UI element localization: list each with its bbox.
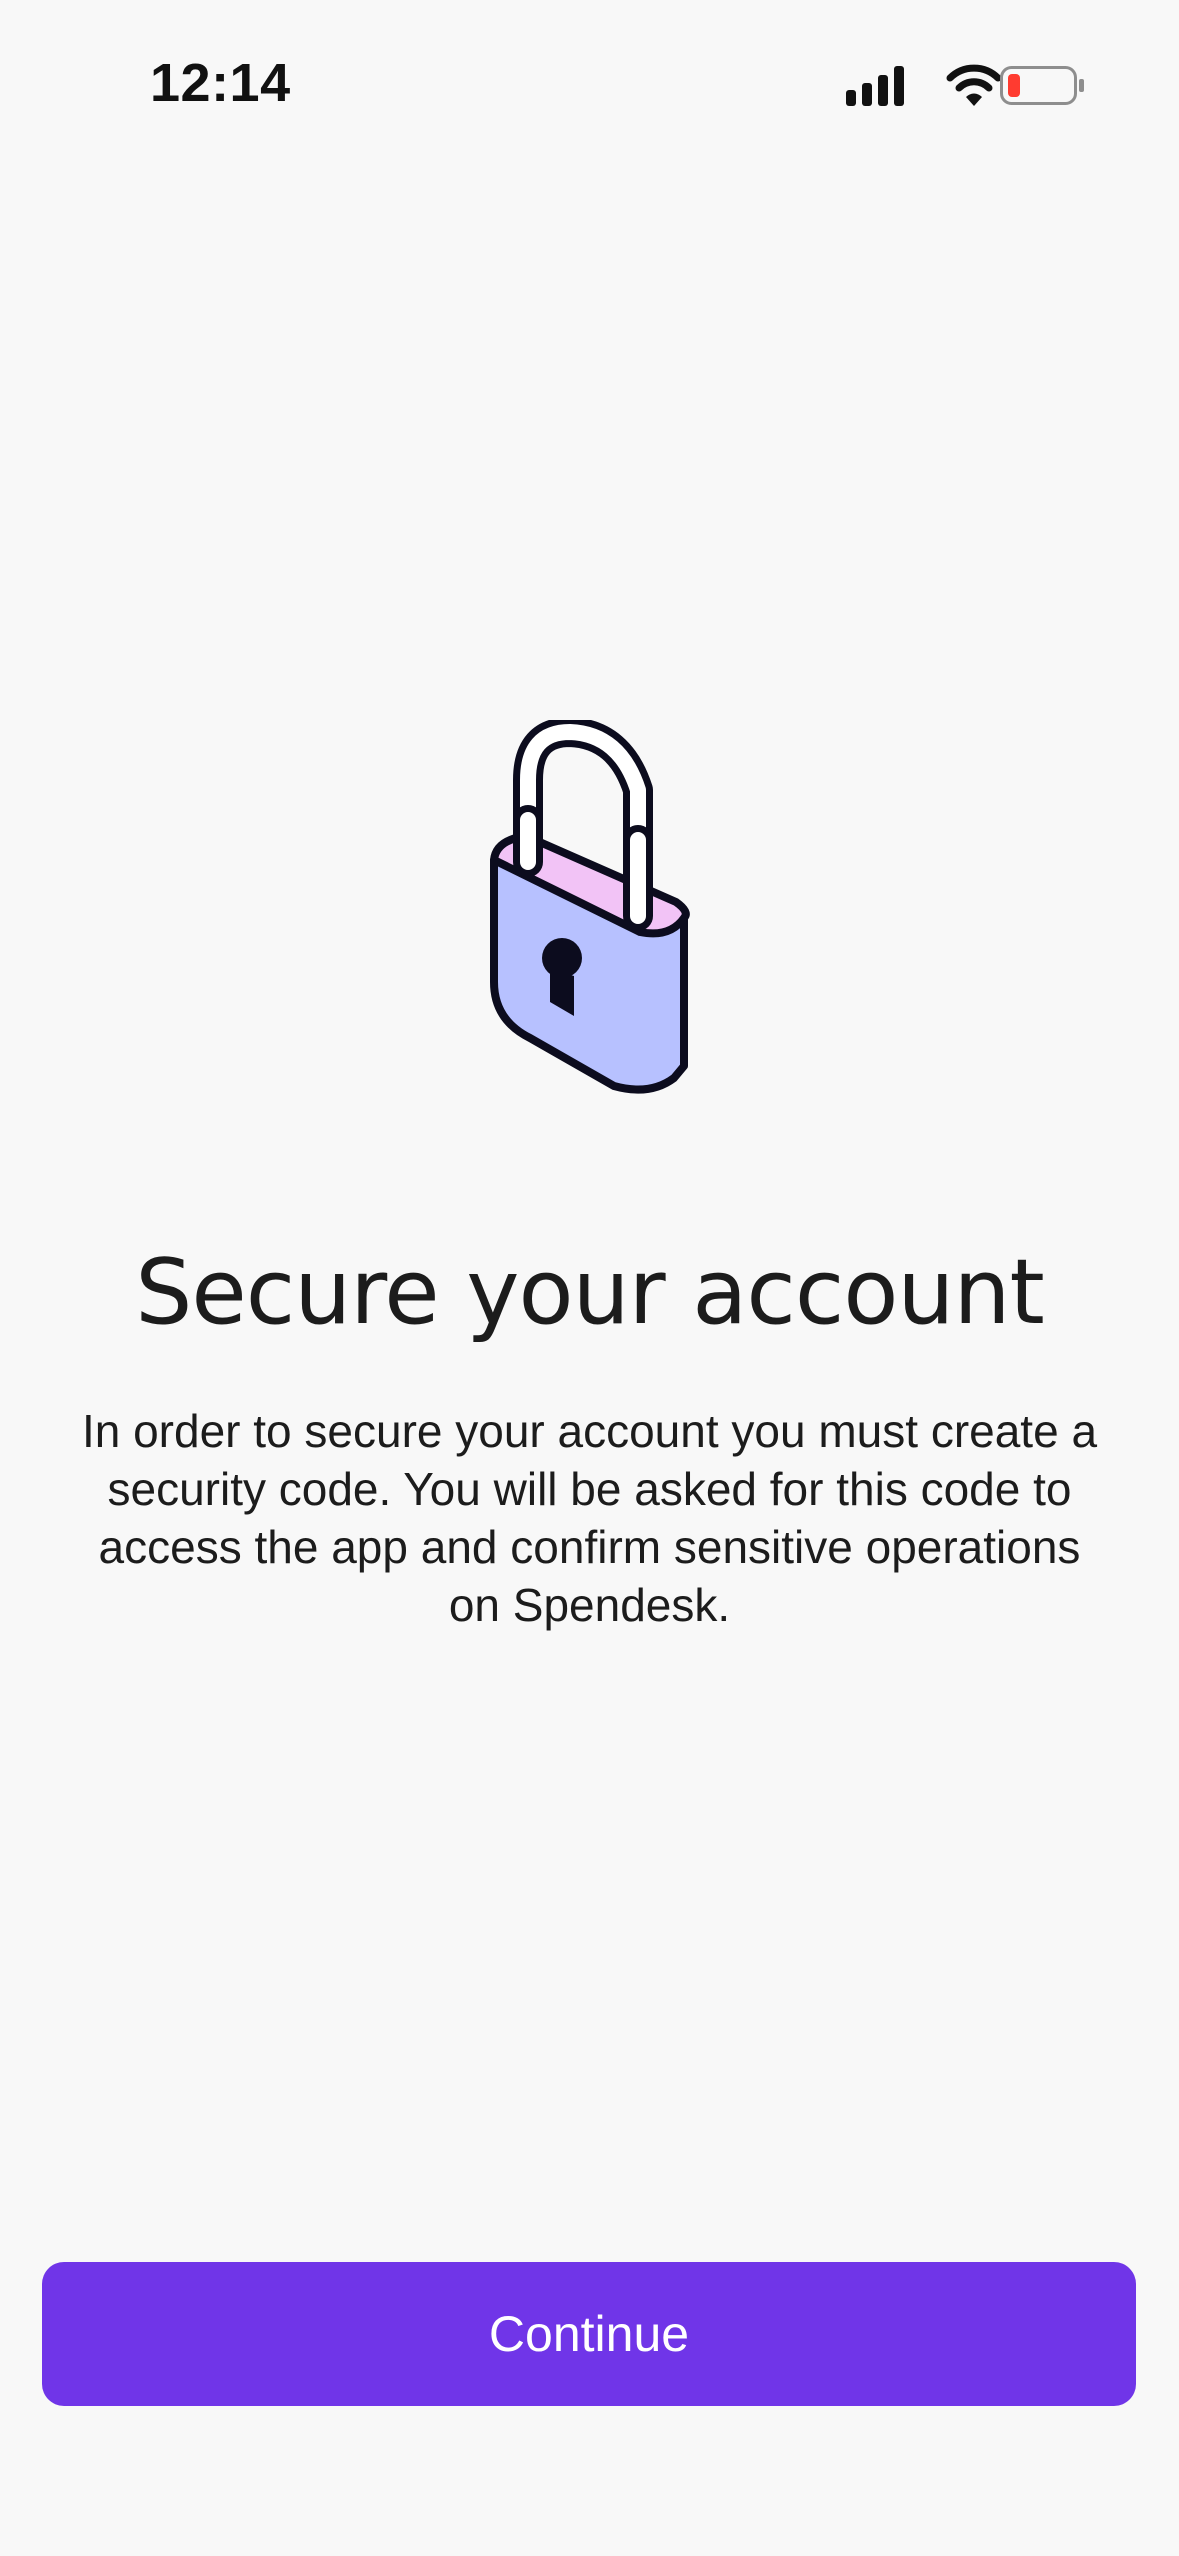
- status-time: 12:14: [150, 53, 291, 113]
- description-text: In order to secure your account you must…: [81, 1405, 1098, 1631]
- page-title: Secure your account: [135, 1240, 1045, 1345]
- padlock-icon: [470, 717, 710, 1100]
- status-icons: [840, 62, 1090, 112]
- battery-low-icon: [1000, 66, 1084, 105]
- continue-button[interactable]: Continue: [42, 2262, 1136, 2406]
- secure-account-screen: 12:14 Secure your account In order to se…: [0, 0, 1179, 2556]
- cellular-signal-icon: [846, 66, 904, 106]
- wifi-icon: [946, 64, 1002, 106]
